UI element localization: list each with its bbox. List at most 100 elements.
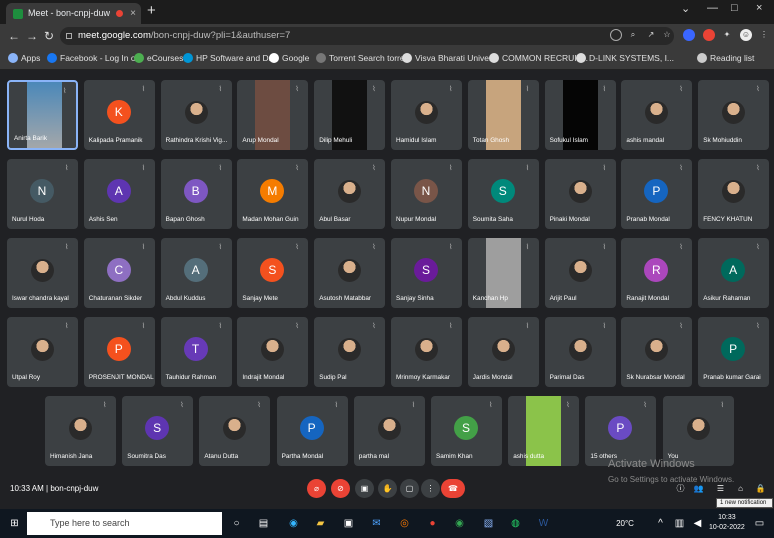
participant-tile[interactable]: ⌇ Arijit Paul	[544, 238, 616, 308]
maximize-window-button[interactable]: □	[731, 2, 738, 14]
windows-start-icon[interactable]: ⊞	[7, 516, 22, 531]
participant-tile[interactable]: ⌇ Arup Mondal	[237, 80, 309, 150]
notifications-icon[interactable]: ▭	[752, 516, 767, 531]
participant-tile[interactable]: A ⌇ Asikur Rahaman	[698, 238, 770, 308]
participant-tile[interactable]: ⌇ partha mal	[353, 396, 425, 466]
mic-off-button[interactable]: ⌀	[307, 479, 326, 498]
url-input[interactable]: meet.google.com/bon-cnpj-duw?pli=1&authu…	[60, 27, 674, 45]
pdf-icon[interactable]	[703, 29, 715, 41]
participant-tile[interactable]: ⌇ Parimal Das	[544, 317, 616, 387]
bookmark-google[interactable]: Google	[269, 53, 309, 63]
participant-tile[interactable]: N ⌇ Nurul Hoda	[7, 159, 78, 229]
participant-tile[interactable]: S ⌇ Sanjay Sinha	[391, 238, 462, 308]
taskbar-clock[interactable]: 10:33 10-02-2022	[709, 513, 745, 533]
forward-icon[interactable]: →	[26, 29, 38, 43]
participant-tile[interactable]: ⌇ You	[662, 396, 734, 466]
chrome-icon[interactable]: ◉	[452, 516, 467, 531]
bookmark-dlink[interactable]: D-LINK SYSTEMS, I...	[576, 53, 674, 63]
participant-tile[interactable]: N ⌇ Nupur Mondal	[391, 159, 462, 229]
browser-tab[interactable]: Meet - bon-cnpj-duw ×	[6, 3, 141, 24]
participant-tile[interactable]: ⌇ ashis mandal	[621, 80, 693, 150]
whatsapp-icon[interactable]: ◍	[508, 516, 523, 531]
captions-button[interactable]: ▣	[355, 479, 374, 498]
participant-tile[interactable]: ⌇ ashis dutta	[508, 396, 580, 466]
participant-tile[interactable]: ⌇ Sk Nurabsar Mondal	[621, 317, 693, 387]
self-participant-tile[interactable]: ⌇ Anirta Barik	[7, 80, 78, 150]
bookmark-star-icon[interactable]: ☆	[661, 29, 673, 41]
present-button[interactable]: ▢	[400, 479, 419, 498]
reload-icon[interactable]: ↻	[44, 29, 54, 43]
participant-tile[interactable]: ⌇ FENCY KHATUN	[698, 159, 770, 229]
participant-tile[interactable]: K ⌇ Kalipada Pramanik	[83, 80, 155, 150]
participant-tile[interactable]: ⌇ Dilip Mehuli	[314, 80, 386, 150]
participant-tile[interactable]: P ⌇ Pranab kumar Garai	[698, 317, 770, 387]
word-icon[interactable]: W	[536, 516, 551, 531]
participant-tile[interactable]: A ⌇ Abdul Kuddus	[160, 238, 232, 308]
participant-tile[interactable]: T ⌇ Tauhidur Rahman	[160, 317, 232, 387]
bookmark-hp[interactable]: HP Software and Dr...	[183, 53, 278, 63]
more-options-button[interactable]: ⋮	[421, 479, 440, 498]
close-window-button[interactable]: ×	[756, 2, 762, 14]
profile-avatar[interactable]: ☺	[740, 29, 752, 41]
participant-tile[interactable]: ⌇ Hamidul Islam	[391, 80, 462, 150]
participant-tile[interactable]: ⌇ Iswar chandra kayal	[7, 238, 78, 308]
participant-tile[interactable]: C ⌇ Chaturanan Sikder	[83, 238, 155, 308]
bookmark-reading-list[interactable]: Reading list	[697, 53, 754, 63]
participant-tile[interactable]: ⌇ Jardis Mondal	[467, 317, 539, 387]
menu-icon[interactable]: ⋮	[758, 29, 770, 41]
bookmark-facebook[interactable]: Facebook - Log In o...	[47, 53, 143, 63]
participant-tile[interactable]: P ⌇ Pranab Mondal	[621, 159, 693, 229]
participant-tile[interactable]: ⌇ Abul Basar	[314, 159, 386, 229]
widgets-icon[interactable]: ▤	[256, 516, 271, 531]
participant-tile[interactable]: ⌇ Sk Mohiuddin	[698, 80, 770, 150]
lock-controls-icon[interactable]: 🔒	[751, 479, 770, 498]
participant-tile[interactable]: ⌇ Indrajit Mondal	[237, 317, 309, 387]
bookmark-torrent[interactable]: Torrent Search torre...	[316, 53, 412, 63]
zoom-icon[interactable]: ⌕	[627, 29, 639, 41]
network-icon[interactable]: ▥	[672, 516, 687, 531]
participant-tile[interactable]: P ⌇ Partha Mondal	[276, 396, 348, 466]
volume-icon[interactable]: ◀	[690, 516, 705, 531]
participant-tile[interactable]: P ⌇ PROSENJIT MONDAL	[83, 317, 155, 387]
new-tab-button[interactable]: +	[147, 2, 156, 19]
task-view-icon[interactable]: ○	[229, 516, 244, 531]
participant-tile[interactable]: P ⌇ 15 others	[585, 396, 657, 466]
participant-tile[interactable]: ⌇ Pinaki Mondal	[544, 159, 616, 229]
notes-icon[interactable]: ▧	[481, 516, 496, 531]
mail-icon[interactable]: ✉	[369, 516, 384, 531]
raise-hand-button[interactable]: ✋	[378, 479, 397, 498]
participant-tile[interactable]: ⌇ Rathindra Krishi Vig...	[160, 80, 232, 150]
participant-tile[interactable]: S ⌇ Samim Khan	[431, 396, 502, 466]
shield-icon[interactable]	[683, 29, 695, 41]
store-icon[interactable]: ▣	[341, 516, 356, 531]
participant-tile[interactable]: ⌇ Sofukul Islam	[544, 80, 616, 150]
app-badge-icon[interactable]: ●	[425, 516, 440, 531]
participant-tile[interactable]: A ⌇ Ashis Sen	[83, 159, 155, 229]
participant-tile[interactable]: S ⌇ Sanjay Mete	[237, 238, 309, 308]
participant-tile[interactable]: ⌇ Himanish Jana	[45, 396, 116, 466]
leave-call-button[interactable]: ☎	[441, 479, 465, 498]
participant-tile[interactable]: M ⌇ Madan Mohan Guin	[237, 159, 309, 229]
bookmark-visva-bharati[interactable]: Visva Bharati Univer...	[402, 53, 498, 63]
participant-tile[interactable]: ⌇ Utpal Roy	[7, 317, 78, 387]
weather-widget[interactable]: 20°C	[606, 516, 644, 531]
close-tab-icon[interactable]: ×	[130, 3, 136, 24]
participant-tile[interactable]: ⌇ Totan Ghosh	[467, 80, 539, 150]
bookmark-apps[interactable]: Apps	[8, 53, 40, 63]
taskbar-search-input[interactable]: Type here to search	[27, 512, 222, 535]
participant-tile[interactable]: ⌇ Asutosh Matabbar	[314, 238, 386, 308]
participant-tile[interactable]: S ⌇ Soumitra Das	[122, 396, 194, 466]
bookmark-common-recruit[interactable]: COMMON RECRUIT...	[489, 53, 588, 63]
extensions-icon[interactable]: ✦	[721, 29, 733, 41]
back-icon[interactable]: ←	[8, 29, 20, 43]
participant-tile[interactable]: ⌇ Atanu Dutta	[199, 396, 271, 466]
participant-tile[interactable]: B ⌇ Bapan Ghosh	[160, 159, 232, 229]
minimize-window-button[interactable]: —	[707, 2, 718, 14]
participant-tile[interactable]: ⌇ Sudip Pal	[314, 317, 386, 387]
file-explorer-icon[interactable]: ▰	[313, 516, 328, 531]
edge-icon[interactable]: ◉	[286, 516, 301, 531]
share-icon[interactable]: ↗	[645, 29, 657, 41]
camera-off-button[interactable]: ⊘	[331, 479, 350, 498]
minimize-icon[interactable]: ⌄	[681, 2, 690, 15]
camera-icon[interactable]	[610, 29, 622, 41]
